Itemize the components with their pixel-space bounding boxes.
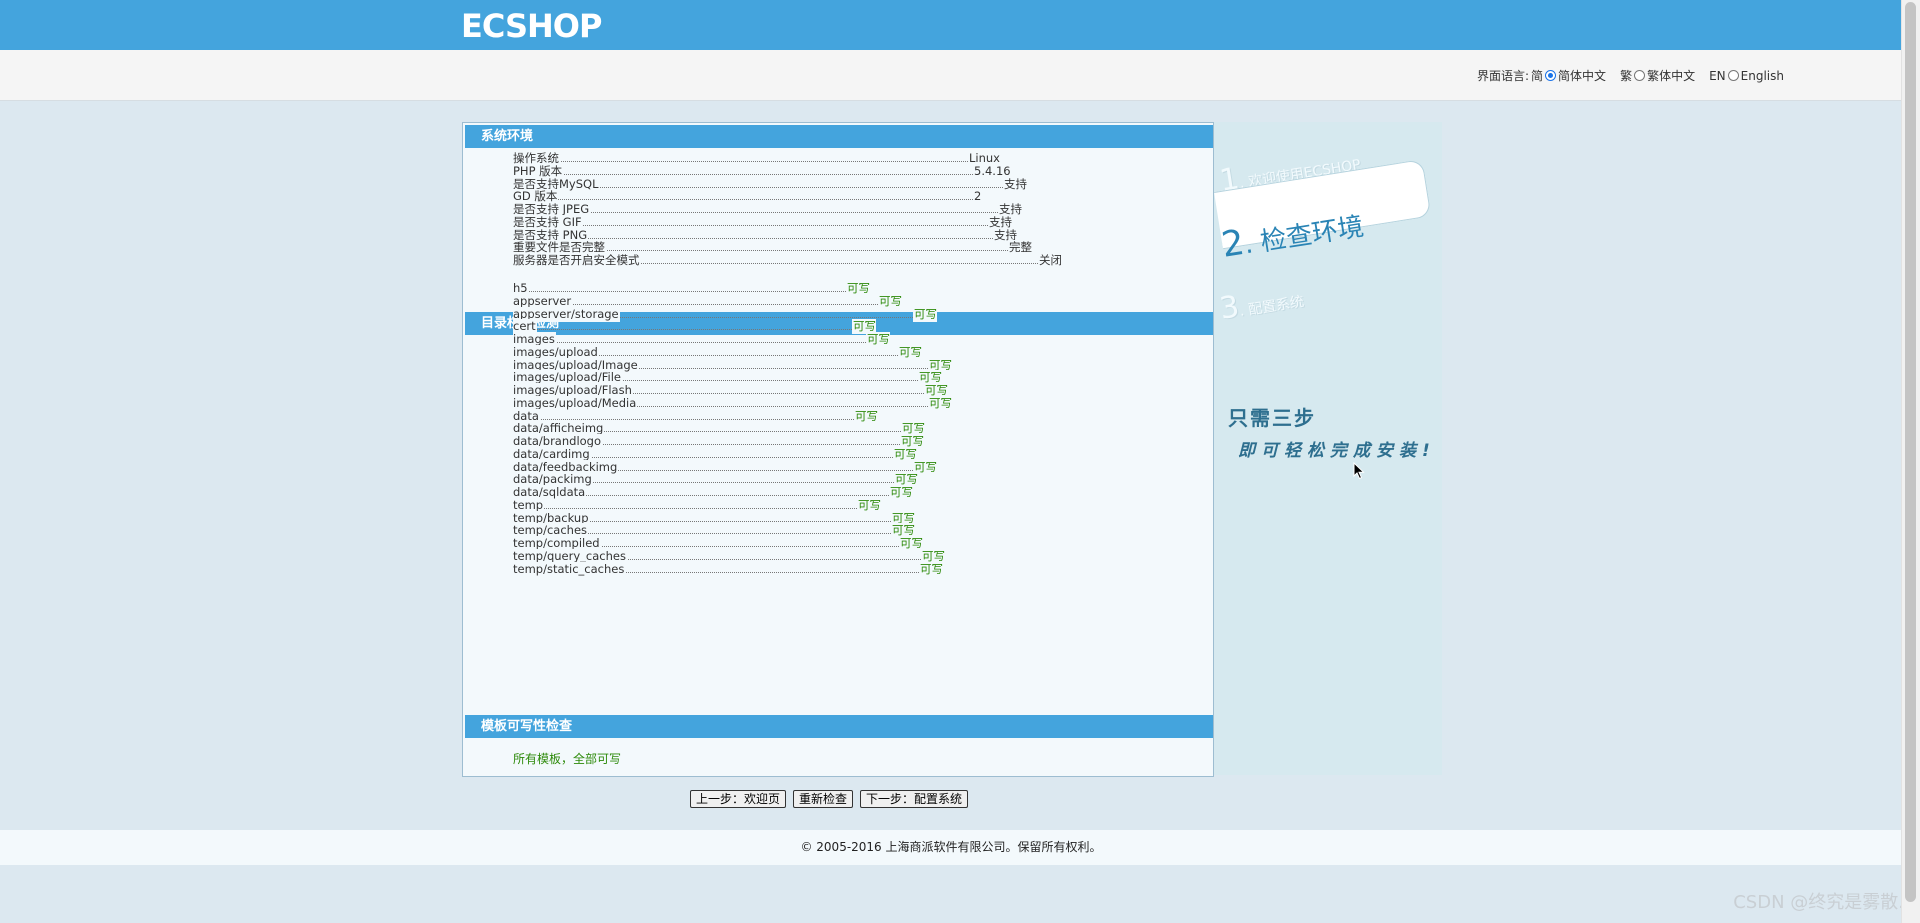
dotted-leader <box>513 418 854 420</box>
scrollbar-thumb[interactable] <box>1905 2 1916 902</box>
step-number: 3 <box>1217 289 1242 327</box>
check-panel: 系统环境 操作系统 Linux PHP 版本 5.4.16 是否支持MySQL 支持 GD … <box>462 122 1214 777</box>
watermark: CSDN @终究是雾散. <box>1733 892 1904 913</box>
dotted-leader <box>513 173 973 175</box>
next-step-button[interactable]: 下一步：配置系统 <box>860 790 969 808</box>
language-selector: 界面语言: 简 简体中文 繁 繁体中文 EN English <box>1477 67 1784 84</box>
mouse-cursor-icon <box>1353 462 1365 480</box>
copyright-text: © 2005-2016 上海商派软件有限公司。保留所有权利。 <box>800 840 1102 854</box>
step-number: 2 <box>1218 222 1248 266</box>
dotted-leader <box>513 224 988 226</box>
step-label: . 配置系统 <box>1238 293 1306 320</box>
check-row: 服务器是否开启安全模式 关闭 <box>513 253 1073 268</box>
dotted-leader <box>513 329 852 331</box>
radio-icon[interactable] <box>1545 70 1557 81</box>
slogan-line-1: 只需三步 <box>1228 406 1316 430</box>
radio-icon[interactable] <box>1634 70 1646 81</box>
slogan-line-2: 即可轻松完成安装! <box>1238 441 1436 461</box>
template-check-message: 所有模板，全部可写 <box>513 752 622 766</box>
dotted-leader <box>513 199 973 201</box>
check-row-label: temp/static_caches <box>513 561 626 577</box>
language-option-label: English <box>1740 68 1784 83</box>
language-bar: 界面语言: 简 简体中文 繁 繁体中文 EN English <box>0 50 1902 101</box>
prev-step-button[interactable]: 上一步：欢迎页 <box>690 790 787 808</box>
language-option-en[interactable]: EN English <box>1709 69 1784 83</box>
language-prefix: 简 <box>1531 69 1544 83</box>
check-row-value: 关闭 <box>1038 253 1062 268</box>
language-label: 界面语言: <box>1476 69 1530 83</box>
footer: © 2005-2016 上海商派软件有限公司。保留所有权利。 <box>0 830 1902 865</box>
section-header-template-check: 模板可写性检查 <box>465 715 1213 738</box>
ecshop-logo: ECSHOP <box>461 7 602 45</box>
language-option-label: 简体中文 <box>1558 69 1607 83</box>
language-prefix: 繁 <box>1620 69 1633 83</box>
action-buttons: 上一步：欢迎页 重新检查 下一步：配置系统 <box>690 790 969 808</box>
language-prefix: EN <box>1709 68 1726 83</box>
step-label: . 检查环境 <box>1242 211 1366 261</box>
steps-sidebar: 1. 欢迎使用ECSHOP 2. 检查环境 3. 配置系统 只需三步 即可轻松完… <box>1213 122 1442 775</box>
dotted-leader <box>513 342 866 343</box>
step-3: 3. 配置系统 <box>1217 279 1305 327</box>
check-row: temp/static_caches 可写 <box>513 561 1073 577</box>
language-option-label: 繁体中文 <box>1647 69 1696 83</box>
language-option-zh-cn[interactable]: 简 简体中文 <box>1531 67 1606 84</box>
language-option-zh-tw[interactable]: 繁 繁体中文 <box>1620 67 1695 84</box>
section-header-system-env: 系统环境 <box>465 125 1213 148</box>
recheck-button[interactable]: 重新检查 <box>793 790 854 808</box>
dotted-leader <box>513 291 846 292</box>
dotted-leader <box>513 507 857 509</box>
check-row-label: 服务器是否开启安全模式 <box>513 253 641 268</box>
vertical-scrollbar[interactable] <box>1901 0 1920 923</box>
top-header-bar: ECSHOP <box>0 0 1902 50</box>
check-row-value: 可写 <box>919 561 943 577</box>
dotted-leader <box>513 161 968 162</box>
radio-icon[interactable] <box>1727 70 1739 81</box>
